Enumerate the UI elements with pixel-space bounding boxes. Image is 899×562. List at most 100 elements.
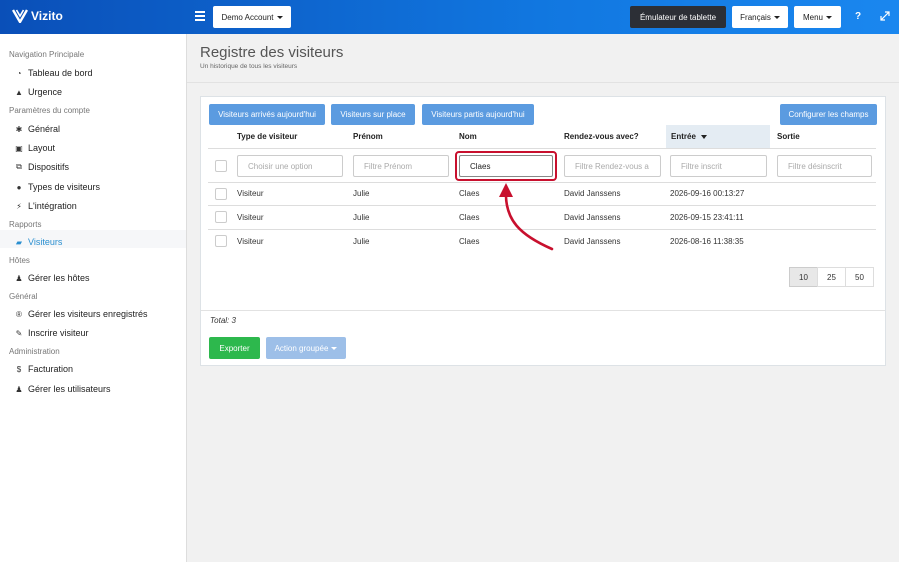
sidebar-item-label: Urgence	[28, 87, 63, 97]
book-icon: ▰	[15, 237, 23, 247]
user-plus-icon: ♟	[15, 384, 23, 394]
page-size-selector: 10 25 50	[789, 267, 874, 287]
chevron-down-icon	[826, 15, 832, 19]
visitor-type-filter-select[interactable]: Choisir une option	[237, 155, 343, 177]
sidebar-section-title: Navigation Principale	[9, 50, 85, 59]
language-dropdown-button[interactable]: Français	[732, 6, 788, 28]
sidebar-item-general[interactable]: ✱ Général	[14, 124, 60, 134]
expand-icon[interactable]	[880, 11, 890, 24]
menu-dropdown-button[interactable]: Menu	[794, 6, 841, 28]
sidebar-item-label: Dispositifs	[28, 162, 70, 172]
sidebar-item-manage-hosts[interactable]: ♟ Gérer les hôtes	[14, 273, 90, 283]
bulk-action-button[interactable]: Action groupée	[266, 337, 346, 359]
app-name: Vizito	[31, 9, 63, 23]
top-navigation-bar: Vizito Demo Account Émulateur de tablett…	[0, 0, 899, 34]
sidebar-item-devices[interactable]: ⧉ Dispositifs	[14, 162, 69, 172]
sidebar-item-layout[interactable]: ▣ Layout	[14, 143, 55, 153]
checkin-filter-input[interactable]: Filtre inscrit	[670, 155, 767, 177]
select-all-checkbox[interactable]	[215, 160, 227, 172]
column-header-checkin-label: Entrée	[671, 132, 696, 141]
column-header-appointment[interactable]: Rendez-vous avec?	[564, 132, 639, 141]
row-checkbox[interactable]	[215, 211, 227, 223]
sidebar-item-dashboard[interactable]: ◔ Tableau de bord	[14, 68, 93, 78]
vizito-logo[interactable]: Vizito	[12, 9, 63, 23]
configure-fields-button[interactable]: Configurer les champs	[780, 104, 877, 125]
sidebar-item-integration[interactable]: ⚡ L'intégration	[14, 201, 77, 211]
sidebar-item-label: Gérer les visiteurs enregistrés	[28, 309, 148, 319]
language-dropdown-label: Français	[740, 12, 771, 22]
annotation-arrow-icon	[499, 183, 554, 251]
page-subtitle: Un historique de tous les visiteurs	[200, 63, 298, 70]
cell-checkin: 2026-08-16 11:38:35	[670, 237, 744, 246]
firstname-filter-input[interactable]: Filtre Prénom	[353, 155, 449, 177]
cell-checkin: 2026-09-16 00:13:27	[670, 189, 745, 198]
cell-firstname: Julie	[353, 237, 370, 246]
cell-visitor-type: Visiteur	[237, 237, 264, 246]
sidebar-item-visitor-types[interactable]: ● Types de visiteurs	[14, 182, 100, 192]
sidebar-item-label: Inscrire visiteur	[28, 328, 89, 338]
sidebar-item-register-visitor[interactable]: ✎ Inscrire visiteur	[14, 328, 89, 338]
cell-visitor-type: Visiteur	[237, 189, 264, 198]
chevron-down-icon	[331, 346, 338, 350]
sidebar-item-label: Layout	[28, 143, 56, 153]
sidebar-section-title: Rapports	[9, 220, 42, 229]
cell-lastname: Claes	[459, 213, 480, 222]
sidebar-item-registered-visitors[interactable]: ® Gérer les visiteurs enregistrés	[14, 309, 148, 319]
tablet-emulator-button[interactable]: Émulateur de tablette	[630, 6, 726, 28]
sidebar-item-label: Gérer les hôtes	[28, 273, 90, 283]
cell-appointment: David Janssens	[564, 189, 621, 198]
sidebar-item-billing[interactable]: $ Facturation	[14, 364, 73, 374]
appointment-filter-input[interactable]: Filtre Rendez-vous a	[564, 155, 661, 177]
question-icon[interactable]: ?	[855, 11, 861, 22]
cell-checkin: 2026-09-15 23:41:11	[670, 213, 744, 222]
checkout-filter-input[interactable]: Filtre désinscrit	[777, 155, 872, 177]
users-icon: ●	[16, 182, 22, 192]
sidebar-item-label: Tableau de bord	[28, 68, 93, 78]
sidebar-section-title: Général	[9, 292, 38, 301]
annotation-highlight-box	[455, 151, 557, 181]
column-header-lastname[interactable]: Nom	[459, 132, 477, 141]
page-size-10-button[interactable]: 10	[789, 267, 818, 287]
column-header-checkin[interactable]: Entrée	[671, 132, 707, 141]
header-divider	[187, 82, 899, 83]
cell-visitor-type: Visiteur	[237, 213, 264, 222]
menu-dropdown-label: Menu	[802, 12, 823, 22]
image-icon: ▣	[15, 143, 23, 153]
column-header-firstname[interactable]: Prénom	[353, 132, 383, 141]
dollar-icon: $	[16, 364, 22, 374]
column-header-checkout[interactable]: Sortie	[777, 132, 800, 141]
sidebar-item-label: Visiteurs	[28, 237, 63, 247]
sidebar-section-title: Paramètres du compte	[9, 106, 90, 115]
arrived-today-button[interactable]: Visiteurs arrivés aujourd'hui	[209, 104, 325, 125]
sidebar-item-emergency[interactable]: ▲ Urgence	[14, 87, 62, 97]
account-dropdown-button[interactable]: Demo Account	[213, 6, 291, 28]
cell-firstname: Julie	[353, 189, 370, 198]
bulk-action-label: Action groupée	[274, 343, 329, 353]
sitemap-icon: ⧉	[16, 162, 22, 171]
export-button[interactable]: Exporter	[209, 337, 260, 359]
page-size-50-button[interactable]: 50	[845, 267, 874, 287]
sidebar-section-title: Hôtes	[9, 256, 30, 265]
sidebar-item-label: Facturation	[28, 364, 74, 374]
gear-icon: ✱	[15, 124, 23, 134]
cell-lastname: Claes	[459, 189, 480, 198]
sidebar-item-visitors[interactable]: ▰ Visiteurs	[14, 237, 62, 247]
page-size-25-button[interactable]: 25	[817, 267, 846, 287]
plug-icon: ⚡	[16, 201, 22, 211]
on-site-button[interactable]: Visiteurs sur place	[331, 104, 415, 125]
column-header-visitor-type[interactable]: Type de visiteur	[237, 132, 297, 141]
cell-firstname: Julie	[353, 213, 370, 222]
sidebar-item-label: Général	[28, 124, 61, 134]
gauge-icon: ◔	[16, 68, 22, 78]
row-checkbox[interactable]	[215, 235, 227, 247]
hamburger-menu-icon[interactable]	[195, 11, 205, 21]
header-divider-line	[208, 148, 876, 149]
row-checkbox[interactable]	[215, 188, 227, 200]
warning-icon: ▲	[15, 87, 23, 97]
cell-lastname: Claes	[459, 237, 480, 246]
sidebar-item-manage-users[interactable]: ♟ Gérer les utilisateurs	[14, 384, 110, 394]
chevron-down-icon	[276, 15, 283, 19]
left-today-button[interactable]: Visiteurs partis aujourd'hui	[422, 104, 534, 125]
vizito-logo-icon	[12, 9, 28, 23]
sidebar-item-label: Types de visiteurs	[28, 182, 101, 192]
